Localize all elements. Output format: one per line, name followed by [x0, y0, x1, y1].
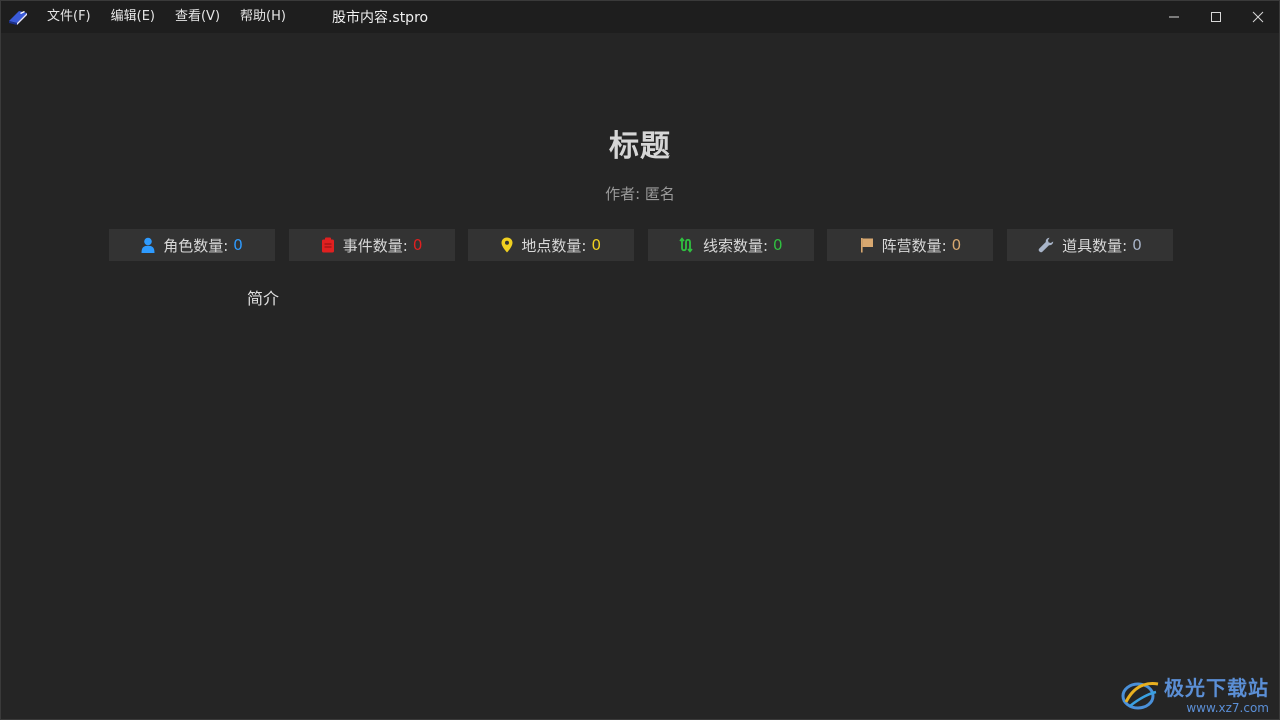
- watermark-url: www.xz7.com: [1186, 701, 1269, 715]
- app-book-icon: [7, 6, 29, 28]
- person-icon: [141, 237, 155, 253]
- stat-clues[interactable]: 线索数量: 0: [647, 229, 814, 261]
- menu-edit[interactable]: 编辑(E): [101, 1, 165, 33]
- map-pin-icon: [501, 237, 513, 253]
- maximize-button[interactable]: [1195, 1, 1237, 33]
- stat-factions[interactable]: 阵营数量: 0: [827, 229, 994, 261]
- stat-value: 0: [1132, 236, 1142, 254]
- stat-value: 0: [591, 236, 601, 254]
- window-controls: [1153, 1, 1279, 33]
- stat-value: 0: [951, 236, 962, 254]
- menu-bar: 文件(F) 编辑(E) 查看(V) 帮助(H): [37, 1, 296, 33]
- stat-label: 角色数量:: [163, 236, 229, 255]
- watermark: 极光下载站 www.xz7.com: [1120, 672, 1269, 715]
- wrench-icon: [1038, 237, 1054, 253]
- stat-label: 事件数量:: [342, 236, 408, 255]
- close-icon: [1252, 11, 1264, 23]
- route-icon: [679, 237, 693, 253]
- stat-label: 线索数量:: [702, 236, 769, 255]
- document-title: 股市内容.stpro: [331, 10, 429, 26]
- watermark-logo-icon: [1121, 681, 1159, 709]
- main-content: 标题 作者: 匿名 角色数量: 0 事件数量: 0 地点数量: 0 线索数量: …: [1, 33, 1279, 720]
- stat-label: 地点数量:: [521, 236, 587, 255]
- stat-label: 道具数量:: [1062, 236, 1128, 255]
- page-title[interactable]: 标题: [1, 121, 1279, 165]
- minimize-button[interactable]: [1153, 1, 1195, 33]
- menu-help[interactable]: 帮助(H): [230, 1, 296, 33]
- watermark-text: 极光下载站: [1164, 676, 1269, 700]
- author-line[interactable]: 作者: 匿名: [1, 183, 1279, 204]
- stat-characters[interactable]: 角色数量: 0: [109, 229, 275, 261]
- stat-value: 0: [412, 236, 423, 254]
- menu-file[interactable]: 文件(F): [37, 1, 101, 33]
- menu-view[interactable]: 查看(V): [165, 1, 230, 33]
- minimize-icon: [1169, 16, 1179, 18]
- clipboard-icon: [321, 237, 334, 253]
- maximize-icon: [1211, 12, 1221, 22]
- stat-locations[interactable]: 地点数量: 0: [468, 229, 635, 261]
- flag-icon: [860, 238, 873, 253]
- intro-heading[interactable]: 简介: [247, 285, 279, 309]
- stat-value: 0: [773, 236, 783, 254]
- stat-items[interactable]: 道具数量: 0: [1006, 229, 1173, 261]
- close-button[interactable]: [1237, 1, 1279, 33]
- app-window: 文件(F) 编辑(E) 查看(V) 帮助(H) 股市内容.stpro 标题 作者…: [0, 0, 1280, 720]
- stat-events[interactable]: 事件数量: 0: [288, 229, 455, 261]
- title-bar: 文件(F) 编辑(E) 查看(V) 帮助(H) 股市内容.stpro: [1, 1, 1279, 33]
- stat-value: 0: [233, 236, 243, 254]
- stat-label: 阵营数量:: [881, 236, 947, 255]
- stats-bar: 角色数量: 0 事件数量: 0 地点数量: 0 线索数量: 0 阵营数量: 0 …: [109, 229, 1173, 261]
